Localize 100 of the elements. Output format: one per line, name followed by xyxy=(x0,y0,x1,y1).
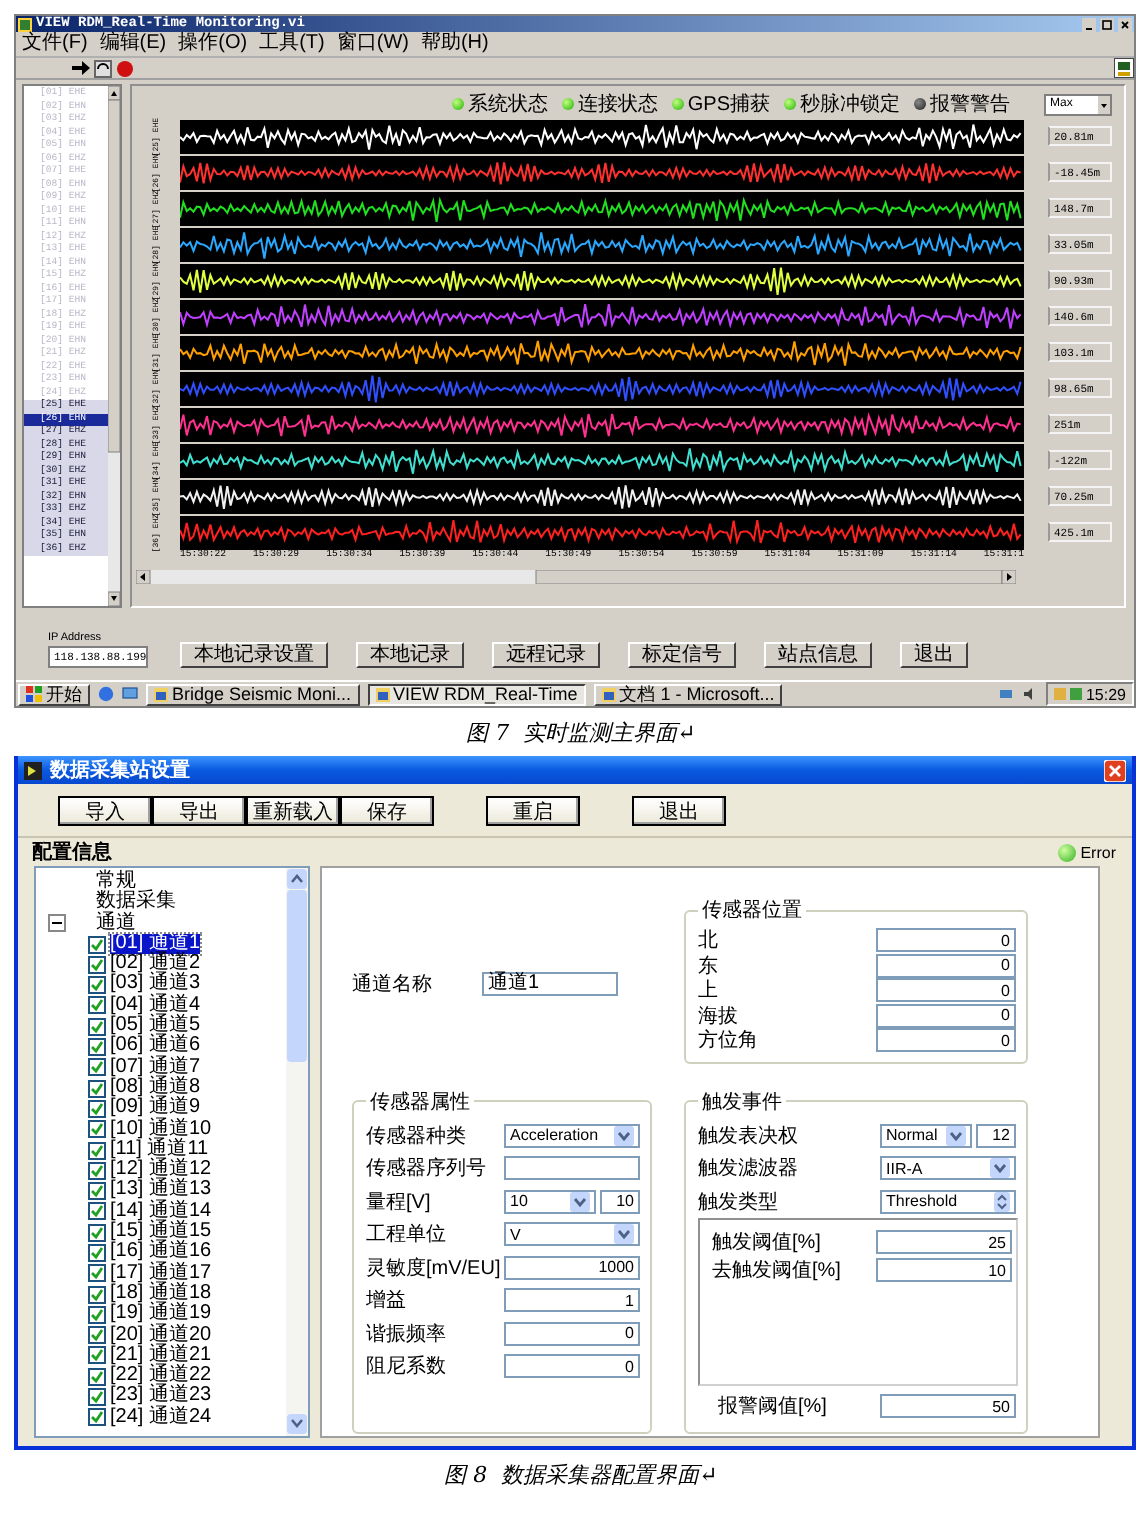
toolbar-button[interactable]: 导出 xyxy=(152,795,246,825)
dropdown-field[interactable]: 10 xyxy=(504,1189,596,1214)
checkbox[interactable] xyxy=(88,1243,106,1262)
tree-item[interactable]: [17] 通道17 xyxy=(110,1263,212,1284)
start-button[interactable]: 开始 xyxy=(18,683,90,705)
tree-item[interactable]: [06] 通道6 xyxy=(110,1036,201,1058)
checkbox[interactable] xyxy=(88,1223,106,1242)
dropdown-field[interactable]: Acceleration xyxy=(504,1123,640,1148)
toolbar-button[interactable]: 退出 xyxy=(632,795,726,825)
checkbox[interactable] xyxy=(88,1079,106,1098)
text-field[interactable]: 通道1 xyxy=(482,971,618,996)
tree-item[interactable]: [03] 通道3 xyxy=(110,974,201,996)
number-field[interactable]: 50 xyxy=(880,1394,1016,1419)
checkbox[interactable] xyxy=(88,976,106,995)
dropdown-arrow-icon[interactable] xyxy=(570,1191,590,1212)
checkbox[interactable] xyxy=(88,1346,106,1365)
task-button[interactable]: Bridge Seismic Moni... xyxy=(146,683,360,705)
action-button[interactable]: 本地记录设置 xyxy=(180,642,328,668)
dropdown-arrow-icon[interactable] xyxy=(614,1125,634,1146)
number-field[interactable]: 1000 xyxy=(504,1255,640,1280)
toolbar-button[interactable]: 重新载入 xyxy=(246,795,340,825)
number-field[interactable]: 10 xyxy=(876,1258,1012,1282)
menu-item[interactable]: 窗口(W) xyxy=(336,32,409,57)
checkbox[interactable] xyxy=(88,1182,106,1201)
checkbox[interactable] xyxy=(88,1141,106,1159)
tree-item[interactable]: [16] 通道16 xyxy=(110,1242,212,1264)
number-field[interactable]: 0 xyxy=(876,978,1016,1003)
dropdown-field[interactable]: Normal xyxy=(880,1123,972,1148)
dropdown-arrow-icon[interactable] xyxy=(990,1158,1010,1179)
number-field[interactable]: 1 xyxy=(504,1288,640,1313)
field-label: 传感器序列号 xyxy=(366,1155,486,1183)
menu-item[interactable]: 帮助(H) xyxy=(420,32,489,57)
action-button[interactable]: 退出 xyxy=(900,642,968,668)
run-arrow-icon[interactable] xyxy=(72,60,90,77)
checkbox[interactable] xyxy=(88,1388,106,1407)
tree-item[interactable]: [23] 通道23 xyxy=(110,1386,212,1408)
toolbar-button[interactable]: 重启 xyxy=(486,795,580,825)
checkbox[interactable] xyxy=(88,1017,106,1036)
number-field[interactable]: 10 xyxy=(600,1189,640,1214)
tree-item[interactable]: [20] 通道20 xyxy=(110,1325,212,1346)
globe-icon[interactable] xyxy=(98,686,114,702)
number-field[interactable]: 0 xyxy=(504,1354,640,1379)
desktop-icon[interactable] xyxy=(122,686,138,702)
checkbox[interactable] xyxy=(88,1202,106,1221)
tree-item[interactable]: 通道 xyxy=(96,913,136,934)
spinner-arrows-icon[interactable] xyxy=(994,1191,1010,1212)
action-button[interactable]: 站点信息 xyxy=(764,642,872,668)
checkbox[interactable] xyxy=(88,1161,106,1180)
checkbox[interactable] xyxy=(88,1285,106,1304)
dropdown-arrow-icon[interactable] xyxy=(946,1125,966,1146)
menu-item[interactable]: 编辑(E) xyxy=(99,32,167,57)
tree-item[interactable]: [09] 通道9 xyxy=(110,1098,201,1120)
checkbox[interactable] xyxy=(88,955,106,974)
menu-item[interactable]: 工具(T) xyxy=(259,32,325,57)
spinner-field[interactable]: Threshold xyxy=(880,1189,1016,1214)
close-button[interactable] xyxy=(1118,17,1132,32)
checkbox[interactable] xyxy=(88,996,106,1015)
checkbox[interactable] xyxy=(88,1264,106,1283)
number-field[interactable]: 12 xyxy=(976,1123,1016,1148)
minimize-button[interactable] xyxy=(1082,17,1096,32)
dropdown-arrow-icon[interactable] xyxy=(614,1224,634,1245)
tree-item[interactable]: [07] 通道7 xyxy=(110,1057,201,1078)
tree-item[interactable]: 常规 xyxy=(96,872,136,893)
run-continuous-icon[interactable] xyxy=(94,59,112,78)
menu-item[interactable]: 操作(O) xyxy=(178,32,248,57)
toolbar-button[interactable]: 保存 xyxy=(340,795,434,825)
collapse-icon[interactable] xyxy=(48,914,66,933)
action-button[interactable]: 远程记录 xyxy=(492,642,600,668)
tree-item[interactable]: 数据采集 xyxy=(96,892,176,914)
tree-item[interactable]: [10] 通道10 xyxy=(110,1119,212,1140)
tree-item[interactable]: [24] 通道24 xyxy=(110,1407,212,1429)
dropdown-field[interactable]: IIR-A xyxy=(880,1156,1016,1181)
checkbox[interactable] xyxy=(88,935,106,954)
action-button[interactable]: 标定信号 xyxy=(628,642,736,668)
toolbar-button[interactable]: 导入 xyxy=(58,795,152,825)
checkbox[interactable] xyxy=(88,1120,106,1139)
checkbox[interactable] xyxy=(88,1038,106,1057)
text-field[interactable] xyxy=(504,1156,640,1181)
number-field[interactable]: 0 xyxy=(876,1028,1016,1053)
dropdown-field[interactable]: V xyxy=(504,1222,640,1247)
checkbox[interactable] xyxy=(88,1367,106,1386)
tree-item[interactable]: [19] 通道19 xyxy=(110,1304,212,1326)
number-field[interactable]: 0 xyxy=(876,1003,1016,1028)
task-button[interactable]: VIEW RDM_Real-Time xyxy=(367,683,586,705)
checkbox[interactable] xyxy=(88,1408,106,1427)
number-field[interactable]: 0 xyxy=(876,928,1016,953)
checkbox[interactable] xyxy=(88,1058,106,1077)
group-title: 触发事件 xyxy=(700,1089,784,1115)
number-field[interactable]: 0 xyxy=(504,1321,640,1346)
number-field[interactable]: 0 xyxy=(876,953,1016,978)
checkbox[interactable] xyxy=(88,1305,106,1324)
tree-item[interactable]: [13] 通道13 xyxy=(110,1180,212,1202)
maximize-button[interactable] xyxy=(1100,17,1114,32)
stop-icon[interactable] xyxy=(116,59,134,78)
number-field[interactable]: 25 xyxy=(876,1230,1012,1254)
menu-item[interactable]: 文件(F) xyxy=(22,32,88,57)
task-button[interactable]: 文档 1 - Microsoft... xyxy=(593,683,783,705)
action-button[interactable]: 本地记录 xyxy=(356,642,464,668)
checkbox[interactable] xyxy=(88,1326,106,1345)
checkbox[interactable] xyxy=(88,1099,106,1118)
